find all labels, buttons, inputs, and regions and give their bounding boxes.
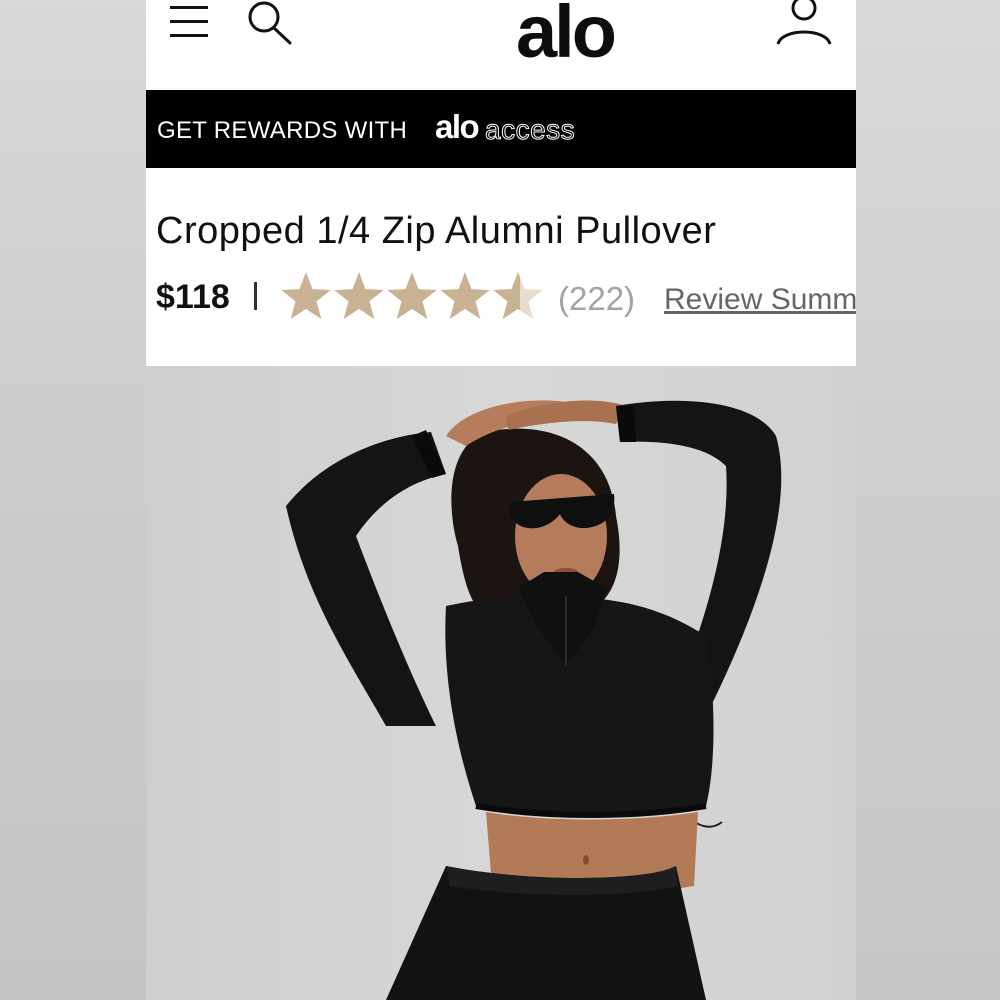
search-icon[interactable] (246, 0, 292, 46)
promo-brand-logo: alo (435, 108, 480, 145)
star-icon (334, 272, 384, 320)
star-icon (281, 272, 331, 320)
product-title: Cropped 1/4 Zip Alumni Pullover (156, 210, 717, 252)
account-icon[interactable] (774, 0, 834, 46)
review-count[interactable]: (222) (558, 280, 635, 318)
rating-stars[interactable] (280, 270, 546, 322)
price-separator (254, 282, 257, 310)
backdrop-left-edge (0, 0, 146, 1000)
mobile-product-page: alo GET REWARDS WITH alo access Cropped … (146, 0, 856, 1000)
product-image[interactable] (146, 366, 856, 1000)
promo-text: GET REWARDS WITH (157, 117, 408, 144)
review-summary-link[interactable]: Review Summ (664, 283, 856, 317)
site-header: alo (146, 0, 856, 88)
backdrop-right-edge (856, 0, 1000, 1000)
hamburger-menu-icon[interactable] (170, 4, 208, 37)
model-photo-illustration (146, 366, 856, 1000)
product-price: $118 (156, 278, 230, 316)
rewards-promo-banner[interactable]: GET REWARDS WITH alo access (146, 90, 856, 168)
alo-logo[interactable]: alo (516, 0, 656, 72)
star-icon (387, 272, 437, 320)
star-icon (440, 272, 490, 320)
promo-brand-suffix: access (484, 114, 576, 146)
